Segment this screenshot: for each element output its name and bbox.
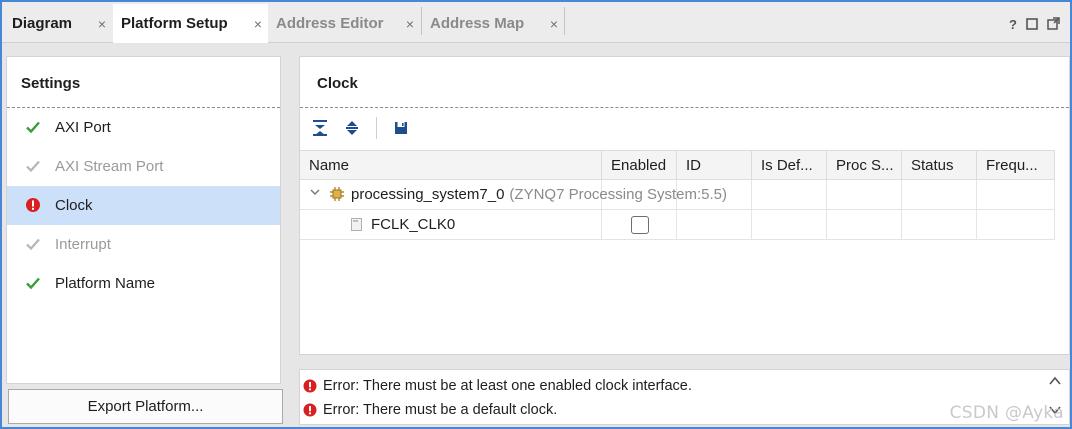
clock-title: Clock bbox=[317, 75, 358, 92]
settings-item-interrupt[interactable]: Interrupt bbox=[7, 225, 280, 264]
clock-name: FCLK_CLK0 bbox=[371, 216, 456, 233]
tab-label: Address Map bbox=[430, 14, 525, 32]
enabled-checkbox[interactable] bbox=[631, 216, 649, 234]
chevron-down-icon[interactable] bbox=[310, 187, 320, 197]
close-icon[interactable]: × bbox=[550, 16, 558, 32]
collapse-all-icon[interactable] bbox=[310, 118, 330, 138]
close-icon[interactable]: × bbox=[254, 16, 262, 32]
table-cell bbox=[752, 210, 827, 240]
export-platform-button[interactable]: Export Platform... bbox=[8, 389, 283, 424]
close-icon[interactable]: × bbox=[98, 16, 106, 32]
table-cell bbox=[977, 180, 1055, 210]
tab-label: Address Editor bbox=[276, 14, 384, 32]
settings-item-label: AXI Stream Port bbox=[55, 158, 164, 175]
save-icon[interactable] bbox=[391, 118, 411, 138]
ip-block-icon bbox=[330, 187, 344, 201]
tab-divider bbox=[564, 7, 565, 35]
check-icon bbox=[25, 158, 41, 174]
table-cell bbox=[827, 180, 902, 210]
table-cell bbox=[902, 180, 977, 210]
settings-item-clock[interactable]: Clock bbox=[7, 186, 280, 225]
column-header[interactable]: Proc S... bbox=[827, 151, 902, 179]
error-icon bbox=[303, 379, 317, 393]
scroll-up-icon[interactable] bbox=[1049, 375, 1061, 389]
column-header[interactable]: Is Def... bbox=[752, 151, 827, 179]
toolbar-divider bbox=[376, 117, 377, 139]
error-icon bbox=[25, 197, 41, 213]
expand-all-icon[interactable] bbox=[342, 118, 362, 138]
message-text: Error: There must be a default clock. bbox=[323, 402, 558, 418]
table-header: Name Enabled ID Is Def... Proc S... Stat… bbox=[300, 150, 1055, 180]
window-frame: Diagram × Platform Setup × Address Edito… bbox=[0, 0, 1072, 429]
divider bbox=[300, 107, 1069, 108]
clock-toolbar bbox=[310, 117, 411, 139]
clock-pin-icon bbox=[351, 218, 362, 231]
restore-icon[interactable] bbox=[1026, 17, 1038, 32]
table-cell bbox=[827, 210, 902, 240]
settings-item-label: Platform Name bbox=[55, 275, 156, 292]
clock-panel: Clock Name Enabled ID Is Def... Proc S..… bbox=[299, 56, 1070, 355]
tab-bar: Diagram × Platform Setup × Address Edito… bbox=[2, 2, 1070, 43]
tab-address-editor[interactable]: Address Editor × bbox=[268, 4, 420, 42]
column-header[interactable]: Frequ... bbox=[977, 151, 1055, 179]
column-header[interactable]: Enabled bbox=[602, 151, 677, 179]
close-icon[interactable]: × bbox=[406, 16, 414, 32]
settings-item-axi-port[interactable]: AXI Port bbox=[7, 108, 280, 147]
tab-platform-setup[interactable]: Platform Setup × bbox=[113, 4, 268, 43]
table-cell bbox=[752, 180, 827, 210]
table-cell bbox=[902, 210, 977, 240]
tab-diagram[interactable]: Diagram × bbox=[4, 4, 112, 42]
column-header[interactable]: Status bbox=[902, 151, 977, 179]
check-icon bbox=[25, 236, 41, 252]
tab-label: Platform Setup bbox=[121, 15, 228, 32]
instance-name-cell: processing_system7_0 (ZYNQ7 Processing S… bbox=[351, 186, 727, 203]
instance-detail: (ZYNQ7 Processing System:5.5) bbox=[509, 186, 727, 203]
table-cell bbox=[677, 210, 752, 240]
settings-title: Settings bbox=[21, 75, 81, 92]
check-icon bbox=[25, 119, 41, 135]
column-header[interactable]: Name bbox=[300, 151, 602, 179]
column-header[interactable]: ID bbox=[677, 151, 752, 179]
instance-name: processing_system7_0 bbox=[351, 186, 505, 203]
clock-table: Name Enabled ID Is Def... Proc S... Stat… bbox=[300, 150, 1055, 240]
settings-item-platform-name[interactable]: Platform Name bbox=[7, 264, 280, 303]
settings-item-label: AXI Port bbox=[55, 119, 111, 136]
watermark: CSDN @Ayka bbox=[949, 403, 1064, 423]
error-icon bbox=[303, 403, 317, 417]
table-row[interactable]: FCLK_CLK0 bbox=[300, 210, 1055, 240]
window-controls: ? bbox=[1009, 17, 1060, 32]
float-icon[interactable] bbox=[1047, 17, 1060, 32]
table-row[interactable]: processing_system7_0 (ZYNQ7 Processing S… bbox=[300, 180, 1055, 210]
settings-item-axi-stream-port[interactable]: AXI Stream Port bbox=[7, 147, 280, 186]
table-cell bbox=[977, 210, 1055, 240]
tab-address-map[interactable]: Address Map × bbox=[422, 4, 564, 42]
message-text: Error: There must be at least one enable… bbox=[323, 378, 692, 394]
settings-panel: Settings AXI Port AXI Stream Port Clock bbox=[6, 56, 281, 384]
help-icon[interactable]: ? bbox=[1009, 18, 1017, 31]
settings-item-label: Clock bbox=[55, 197, 93, 214]
tab-label: Diagram bbox=[12, 14, 73, 32]
check-icon bbox=[25, 275, 41, 291]
settings-item-label: Interrupt bbox=[55, 236, 111, 253]
